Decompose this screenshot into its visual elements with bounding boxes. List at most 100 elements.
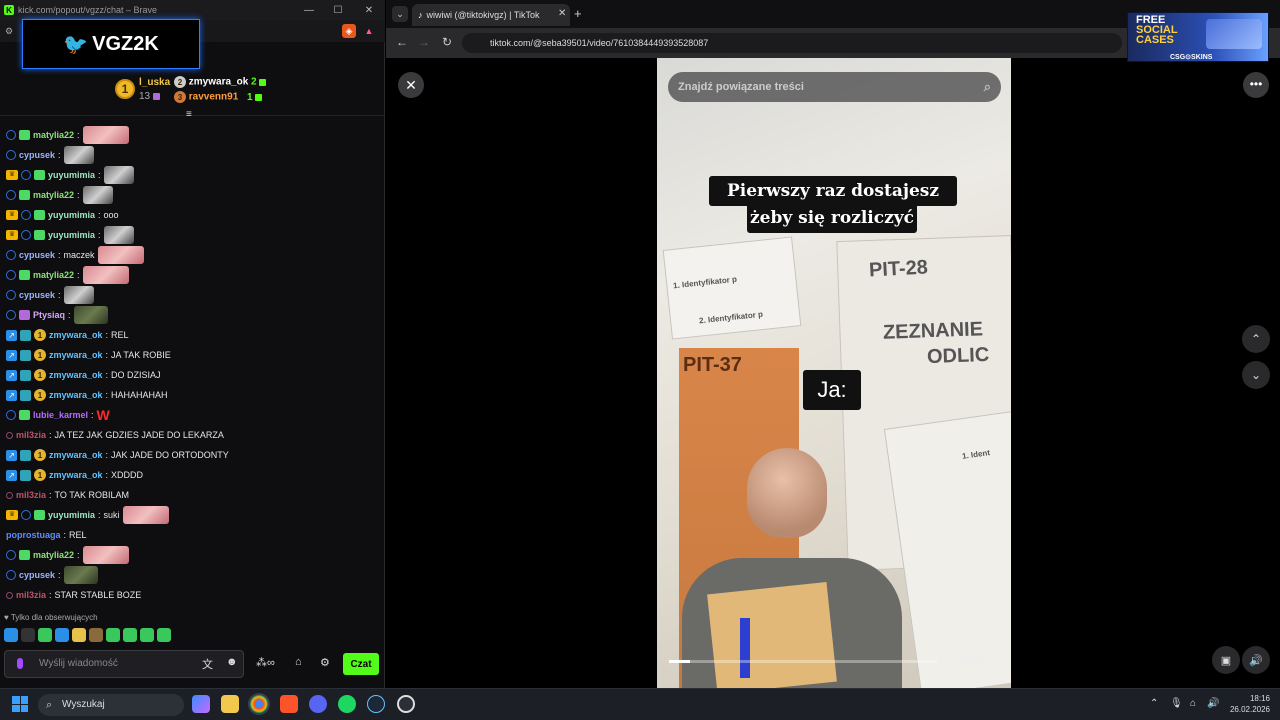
chat-username[interactable]: cypusek: [19, 150, 55, 160]
leader-3-name[interactable]: ravvenn91: [189, 92, 238, 103]
rewards-icon[interactable]: ▲: [362, 24, 376, 38]
more-options-icon[interactable]: •••: [1243, 72, 1269, 98]
brave-shield-icon[interactable]: ◈: [342, 24, 356, 38]
emote-icon[interactable]: [72, 628, 86, 642]
steam-icon[interactable]: [367, 695, 385, 713]
chat-username[interactable]: matylia22: [33, 270, 74, 280]
new-tab-icon[interactable]: +: [574, 6, 582, 21]
taskbar-search[interactable]: ⌕ Wyszukaj: [38, 694, 184, 716]
gear-icon[interactable]: ⚙: [320, 656, 330, 669]
chat-username[interactable]: cypusek: [19, 250, 55, 260]
tab-tiktok[interactable]: ♪ wiwiwi (@tiktokivgz) | TikTok: [412, 4, 570, 26]
video-player[interactable]: 1. Identyfikator p 2. Identyfikator p PI…: [657, 58, 1011, 688]
tray-expand-icon[interactable]: ⌃: [1150, 698, 1158, 709]
chat-username[interactable]: mil3zia: [16, 490, 46, 500]
badge-icon: [255, 93, 263, 101]
store-icon[interactable]: ⌂: [295, 656, 302, 668]
windows-start-icon[interactable]: [12, 696, 28, 712]
chat-username[interactable]: zmywara_ok: [49, 450, 103, 460]
obs-icon[interactable]: [397, 695, 415, 713]
discord-icon[interactable]: [309, 695, 327, 713]
emote-icon[interactable]: [123, 628, 137, 642]
chat-username[interactable]: matylia22: [33, 190, 74, 200]
chat-username[interactable]: cypusek: [19, 290, 55, 300]
close-video-button[interactable]: ✕: [398, 72, 424, 98]
chat-messages: matylia22: cypusek: ♛ yuyumimia: matylia22: ♛…: [0, 125, 380, 605]
chat-message: mil3zia: TO TAK ROBILAM: [6, 485, 129, 505]
emote-icon[interactable]: [140, 628, 154, 642]
community-icon[interactable]: ⁂∞: [256, 656, 275, 669]
chat-separator: :: [58, 150, 61, 160]
chat-username[interactable]: matylia22: [33, 550, 74, 560]
microphone-icon[interactable]: 🎙: [1170, 698, 1183, 709]
chat-username[interactable]: poprostuaga: [6, 530, 61, 540]
chat-username[interactable]: Ptysiaq: [33, 310, 65, 320]
chat-emote: [82, 186, 113, 204]
video-progress-bar[interactable]: [669, 660, 937, 663]
man-figure: [672, 448, 902, 688]
settings-icon[interactable]: ⚙: [2, 24, 16, 38]
chat-username[interactable]: mil3zia: [16, 590, 46, 600]
speaker-icon[interactable]: 🔊: [1207, 698, 1219, 709]
close-icon[interactable]: ✕: [354, 0, 384, 20]
copilot-icon[interactable]: [192, 695, 210, 713]
tab-close-icon[interactable]: ✕: [558, 8, 566, 19]
chat-username[interactable]: yuyumimia: [48, 230, 95, 240]
forward-icon[interactable]: →: [418, 35, 430, 49]
chat-separator: :: [105, 350, 109, 360]
chat-username[interactable]: zmywara_ok: [49, 390, 103, 400]
chrome-icon[interactable]: [248, 693, 270, 715]
chat-message: ↗ 1 zmywara_ok: XDDDD: [6, 465, 143, 485]
tiktok-page: ✕ ••• 1. Identyfikator p 2. Identyfikato…: [386, 58, 1280, 688]
brave-icon[interactable]: [280, 695, 298, 713]
chat-username[interactable]: lubie_karmel: [33, 410, 88, 420]
ad-banner[interactable]: FREE SOCIAL CASES CSG⊙SKINS: [1127, 12, 1269, 62]
tab-list-icon[interactable]: ⌄: [392, 6, 408, 22]
spotify-icon[interactable]: [338, 695, 356, 713]
chat-message: cypusek: maczek: [6, 245, 144, 265]
chat-username[interactable]: yuyumimia: [48, 170, 95, 180]
caption-ja: Ja:: [803, 370, 861, 410]
emote-icon[interactable]: [38, 628, 52, 642]
chat-username[interactable]: zmywara_ok: [49, 330, 103, 340]
subscriber-badge-icon: [6, 570, 16, 580]
chat-username[interactable]: matylia22: [33, 130, 74, 140]
previous-video-button[interactable]: ⌃: [1242, 325, 1270, 353]
emote-icon[interactable]: [55, 628, 69, 642]
chat-username[interactable]: zmywara_ok: [49, 470, 103, 480]
pip-icon[interactable]: ▣: [1212, 646, 1240, 674]
emote-icon[interactable]: [21, 628, 35, 642]
chat-separator: :: [98, 170, 101, 180]
emote-icon[interactable]: [106, 628, 120, 642]
file-explorer-icon[interactable]: [221, 695, 239, 713]
network-icon[interactable]: ⌂: [1190, 698, 1196, 709]
send-chat-button[interactable]: Czat: [343, 653, 379, 675]
minimize-icon[interactable]: —: [294, 0, 324, 20]
back-icon[interactable]: ←: [396, 35, 408, 49]
leader-1-name[interactable]: l_uska: [139, 77, 170, 88]
reload-icon[interactable]: ↻: [442, 35, 452, 49]
related-content-search[interactable]: Znajdź powiązane treści ⌕: [668, 72, 1001, 102]
emote-icon[interactable]: [157, 628, 171, 642]
leader-2-name[interactable]: zmywara_ok: [189, 77, 248, 88]
chat-username[interactable]: yuyumimia: [48, 210, 95, 220]
search-icon[interactable]: ⌕: [984, 72, 991, 102]
emoji-icon[interactable]: ☻: [226, 656, 238, 668]
next-video-button[interactable]: ⌄: [1242, 361, 1270, 389]
chat-username[interactable]: cypusek: [19, 570, 55, 580]
microphone-icon[interactable]: [17, 658, 23, 669]
emote-icon[interactable]: [89, 628, 103, 642]
vip-badge-icon: [20, 329, 31, 341]
chat-username[interactable]: zmywara_ok: [49, 370, 103, 380]
chat-username[interactable]: mil3zia: [16, 430, 46, 440]
volume-icon[interactable]: 🔊: [1242, 646, 1270, 674]
system-clock[interactable]: 18:16 26.02.2026: [1230, 693, 1270, 715]
crown-badge-icon: ♛: [6, 510, 18, 520]
chat-username[interactable]: yuyumimia: [48, 510, 95, 520]
emote-icon[interactable]: [4, 628, 18, 642]
collapse-icon[interactable]: ≡: [186, 109, 192, 120]
url-input[interactable]: tiktok.com/@seba39501/video/761038444939…: [462, 33, 1122, 53]
translate-icon[interactable]: 文: [202, 656, 213, 672]
maximize-icon[interactable]: ☐: [323, 0, 353, 20]
chat-username[interactable]: zmywara_ok: [49, 350, 103, 360]
